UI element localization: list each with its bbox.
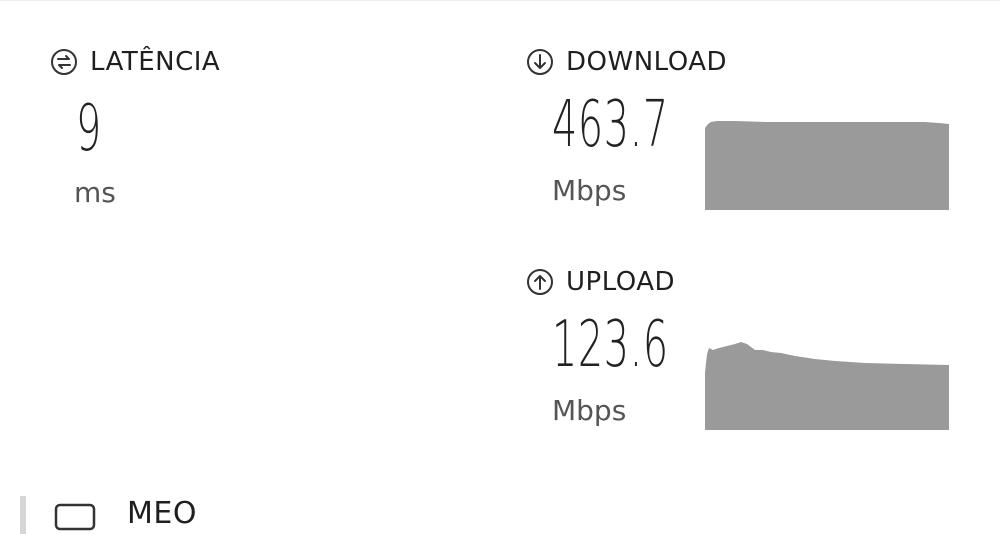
download-header: DOWNLOAD — [526, 46, 727, 78]
download-value: 463.7 — [552, 88, 669, 162]
server-name[interactable]: MEO — [127, 494, 197, 534]
upload-value: 123.6 — [552, 308, 669, 382]
upload-label: UPLOAD — [566, 267, 676, 297]
server-icon — [54, 503, 96, 531]
download-speed-graph — [705, 112, 949, 210]
upload-unit: Mbps — [552, 394, 627, 427]
server-indicator-bar — [20, 496, 26, 534]
latency-unit: ms — [74, 176, 116, 209]
latency-label: LATÊNCIA — [90, 47, 221, 77]
upload-speed-graph — [705, 332, 949, 430]
latency-value: 9 — [76, 92, 102, 166]
download-graph-area — [705, 121, 949, 210]
upload-header: UPLOAD — [526, 266, 675, 298]
download-metric: DOWNLOAD 463.7 Mbps — [526, 46, 727, 207]
upload-graph-area — [705, 342, 949, 430]
arrow-up-circle-icon — [526, 268, 554, 296]
download-unit: Mbps — [552, 174, 627, 207]
upload-metric: UPLOAD 123.6 Mbps — [526, 266, 675, 427]
latency-metric: LATÊNCIA 9 ms — [50, 46, 220, 209]
latency-header: LATÊNCIA — [50, 46, 220, 78]
download-label: DOWNLOAD — [566, 47, 728, 77]
top-divider — [0, 0, 1000, 1]
ping-icon — [50, 48, 78, 76]
arrow-down-circle-icon — [526, 48, 554, 76]
